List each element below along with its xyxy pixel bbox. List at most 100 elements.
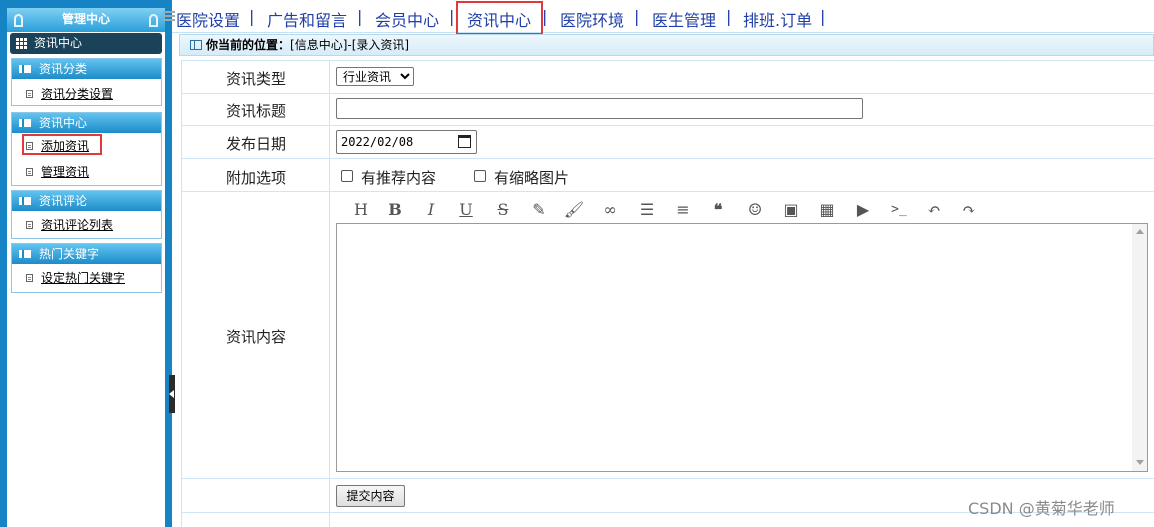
nav-item-ads-messages[interactable]: 广告和留言 — [267, 7, 347, 31]
breadcrumb-prefix: 你当前的位置： — [206, 38, 291, 52]
group-header[interactable]: 资讯评论 — [12, 191, 161, 211]
list-icon[interactable]: ☰ — [636, 199, 658, 221]
ring-icon — [14, 14, 23, 27]
watermark: CSDN @黄菊华老师 — [968, 499, 1115, 518]
document-icon — [26, 221, 33, 229]
nav-separator: | — [634, 7, 640, 26]
title-input[interactable] — [336, 98, 863, 119]
sidebar-item-category-settings[interactable]: 资讯分类设置 — [12, 84, 161, 104]
content-editor[interactable] — [336, 223, 1148, 472]
grid-icon — [16, 38, 28, 49]
options-label: 附加选项 — [226, 169, 287, 187]
nav-item-schedule-orders[interactable]: 排班.订单 — [743, 7, 812, 31]
type-label: 资讯类型 — [226, 70, 287, 88]
group-title: 资讯分类 — [39, 62, 88, 76]
scroll-down-icon[interactable] — [1136, 460, 1144, 465]
nav-item-hospital-settings[interactable]: 医院设置 — [176, 7, 240, 31]
document-icon — [26, 90, 33, 98]
table-border — [181, 60, 182, 527]
sidebar-group-keywords: 热门关键字 设定热门关键字 — [11, 243, 162, 293]
sidebar-toggle-handle[interactable] — [169, 375, 175, 413]
date-input[interactable]: 2022/02/08 — [336, 130, 477, 154]
table-icon[interactable]: ▦ — [816, 199, 838, 221]
quote-icon[interactable]: ❝ — [707, 199, 729, 221]
video-icon[interactable]: ▶ — [852, 199, 874, 221]
date-value: 2022/02/08 — [341, 135, 414, 149]
heading-icon[interactable]: H — [350, 199, 372, 221]
panel-icon — [19, 197, 31, 205]
bold-icon[interactable]: B — [384, 199, 406, 221]
brush-icon[interactable]: 🖌 — [563, 199, 585, 221]
group-title: 热门关键字 — [39, 247, 100, 261]
scroll-up-icon[interactable] — [1136, 229, 1144, 234]
nav-separator: | — [726, 7, 732, 26]
type-select[interactable]: 行业资讯 — [336, 67, 414, 86]
group-header[interactable]: 热门关键字 — [12, 244, 161, 264]
row-divider — [181, 191, 1154, 192]
link-icon[interactable]: ∞ — [599, 199, 621, 221]
nav-item-doctors[interactable]: 医生管理 — [652, 7, 716, 31]
group-title: 资讯评论 — [39, 194, 88, 208]
menu-lines-icon — [163, 11, 175, 21]
recommend-checkbox[interactable] — [341, 170, 353, 182]
sidebar-group-category: 资讯分类 资讯分类设置 — [11, 58, 162, 106]
breadcrumb-path: [信息中心]-[录入资讯] — [290, 38, 410, 52]
calendar-icon[interactable] — [458, 135, 471, 148]
thumbnail-checkbox[interactable] — [474, 170, 486, 182]
nav-separator: | — [449, 7, 455, 26]
panel-icon — [19, 250, 31, 258]
breadcrumb: 你当前的位置：[信息中心]-[录入资讯] — [179, 34, 1154, 56]
redo-icon[interactable]: ↷ — [958, 199, 980, 221]
sidebar-title: 管理中心 — [7, 8, 165, 32]
nav-separator: | — [249, 7, 255, 26]
panel-icon — [19, 65, 31, 73]
title-label: 资讯标题 — [226, 102, 287, 120]
recommend-label: 有推荐内容 — [361, 169, 437, 187]
nav-item-members[interactable]: 会员中心 — [375, 7, 439, 31]
sidebar-group-comments: 资讯评论 资讯评论列表 — [11, 190, 162, 239]
nav-item-environment[interactable]: 医院环境 — [560, 7, 624, 31]
row-divider — [181, 93, 1154, 94]
emoji-icon[interactable]: ☺ — [744, 199, 766, 221]
italic-icon[interactable]: I — [420, 199, 442, 221]
submit-button[interactable]: 提交内容 — [336, 485, 405, 507]
sidebar-item-keywords[interactable]: 设定热门关键字 — [12, 268, 161, 288]
row-divider — [181, 60, 1154, 61]
sidebar-item-label: 资讯评论列表 — [41, 218, 114, 232]
group-title: 资讯中心 — [39, 116, 88, 130]
image-icon[interactable]: ▣ — [780, 199, 802, 221]
editor-toolbar: H B I U S ✎ 🖌 ∞ ☰ ≡ ❝ ☺ ▣ ▦ ▶ >_ ↶ ↷ — [350, 199, 990, 221]
highlight-box — [22, 134, 102, 155]
table-divider — [329, 60, 330, 527]
document-icon — [26, 274, 33, 282]
align-icon[interactable]: ≡ — [672, 199, 694, 221]
sidebar-item-label: 资讯分类设置 — [41, 87, 114, 101]
thumbnail-label: 有缩略图片 — [494, 169, 570, 187]
strikethrough-icon[interactable]: S — [492, 199, 514, 221]
nav-separator: | — [820, 7, 826, 26]
row-divider — [181, 158, 1154, 159]
date-label: 发布日期 — [226, 135, 287, 153]
sidebar-item-label: 设定热门关键字 — [41, 271, 126, 285]
nav-separator: | — [357, 7, 363, 26]
content-label: 资讯内容 — [226, 328, 287, 346]
sidebar-section-label: 资讯中心 — [34, 36, 83, 50]
highlight-box — [456, 1, 543, 35]
panel-icon — [19, 119, 31, 127]
sidebar-item-manage-news[interactable]: 管理资讯 — [12, 162, 161, 182]
group-header[interactable]: 资讯分类 — [12, 59, 161, 79]
underline-icon[interactable]: U — [455, 199, 477, 221]
sidebar-section-header[interactable]: 资讯中心 — [10, 33, 162, 54]
code-icon[interactable]: >_ — [888, 199, 910, 221]
highlighter-icon[interactable]: ✎ — [528, 199, 550, 221]
window-icon — [190, 40, 202, 50]
group-header[interactable]: 资讯中心 — [12, 113, 161, 133]
row-divider — [181, 125, 1154, 126]
editor-scrollbar[interactable] — [1132, 224, 1147, 471]
row-divider — [181, 478, 1154, 479]
undo-icon[interactable]: ↶ — [923, 199, 945, 221]
sidebar-item-comment-list[interactable]: 资讯评论列表 — [12, 215, 161, 235]
document-icon — [26, 168, 33, 176]
sidebar-title-text: 管理中心 — [61, 12, 110, 26]
ring-icon — [149, 14, 158, 27]
